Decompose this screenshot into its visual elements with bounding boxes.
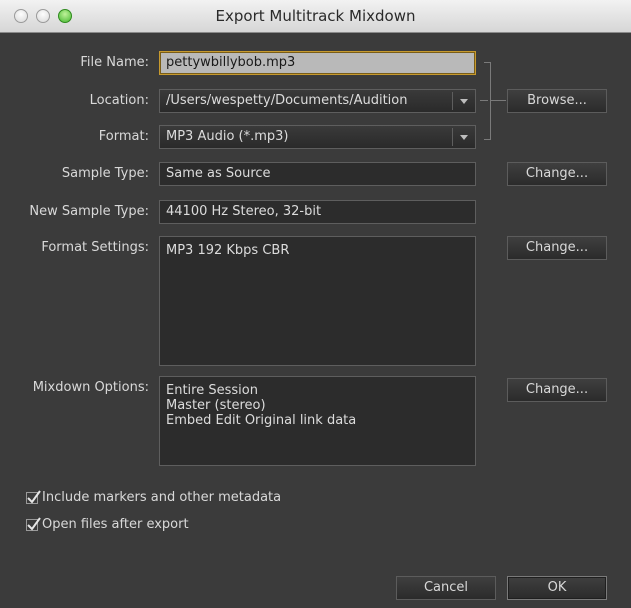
include-markers-checkbox-row[interactable]: Include markers and other metadata (26, 489, 282, 508)
window-title: Export Multitrack Mixdown (215, 7, 416, 25)
mixdown-option-line: Entire Session (166, 383, 258, 398)
browse-connector-line (490, 100, 506, 101)
checkmark-icon (27, 516, 41, 531)
format-label: Format: (98, 129, 149, 144)
format-select[interactable]: MP3 Audio (*.mp3) (159, 125, 476, 149)
title-bar: Export Multitrack Mixdown (0, 0, 631, 33)
mixdown-option-line: Master (stereo) (166, 398, 266, 413)
browse-button[interactable]: Browse... (507, 89, 607, 113)
sample-type-label: Sample Type: (61, 166, 149, 181)
format-select-separator (452, 128, 453, 146)
file-name-input[interactable]: pettywbillybob.mp3 (159, 51, 476, 75)
format-settings-text: MP3 192 Kbps CBR (166, 243, 290, 258)
change-format-settings-button[interactable]: Change... (507, 236, 607, 260)
new-sample-type-field: 44100 Hz Stereo, 32-bit (159, 200, 476, 224)
format-value: MP3 Audio (*.mp3) (166, 129, 289, 144)
chevron-down-icon (460, 135, 468, 140)
include-markers-label: Include markers and other metadata (42, 490, 282, 505)
location-connector-line (480, 100, 488, 101)
change-mixdown-options-button[interactable]: Change... (507, 378, 607, 402)
location-select[interactable]: /Users/wespetty/Documents/Audition (159, 89, 476, 113)
path-group-bracket (484, 62, 491, 140)
include-markers-checkbox[interactable] (26, 489, 41, 504)
mixdown-option-line: Embed Edit Original link data (166, 413, 357, 428)
checkmark-icon (27, 489, 41, 504)
mixdown-options-label: Mixdown Options: (32, 380, 149, 395)
open-files-label: Open files after export (42, 517, 189, 532)
format-settings-box: MP3 192 Kbps CBR (159, 236, 476, 366)
new-sample-type-label: New Sample Type: (29, 204, 149, 219)
chevron-down-icon (460, 99, 468, 104)
open-files-checkbox[interactable] (26, 516, 41, 531)
location-label: Location: (89, 93, 149, 108)
mixdown-options-box: Entire Session Master (stereo) Embed Edi… (159, 376, 476, 466)
file-name-label: File Name: (80, 55, 149, 70)
ok-button[interactable]: OK (507, 576, 607, 600)
change-sample-type-button[interactable]: Change... (507, 162, 607, 186)
open-files-checkbox-row[interactable]: Open files after export (26, 516, 189, 535)
sample-type-field: Same as Source (159, 162, 476, 186)
location-select-separator (452, 92, 453, 110)
format-settings-label: Format Settings: (41, 240, 149, 255)
location-value: /Users/wespetty/Documents/Audition (166, 93, 408, 108)
cancel-button[interactable]: Cancel (396, 576, 496, 600)
export-dialog: Export Multitrack Mixdown File Name: pet… (0, 0, 631, 608)
